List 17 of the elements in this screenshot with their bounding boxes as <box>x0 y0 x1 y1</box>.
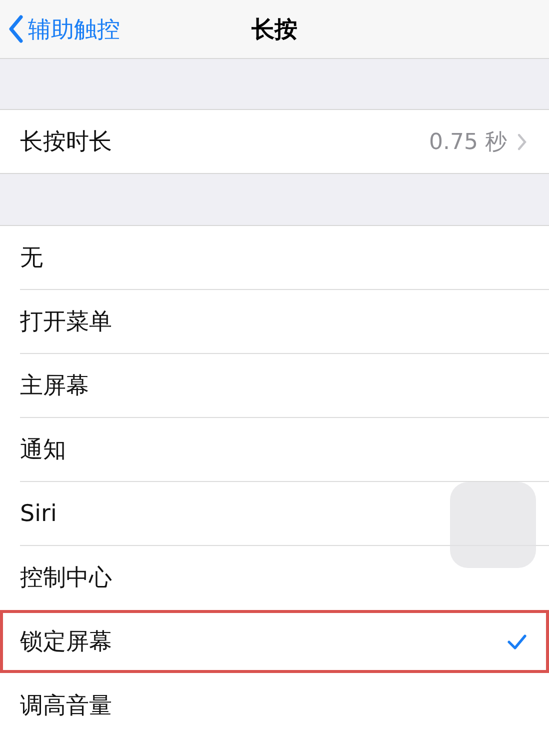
option-label: 锁定屏幕 <box>20 628 113 657</box>
highlighted-option-row[interactable]: 锁定屏幕 <box>0 610 549 673</box>
option-label: 控制中心 <box>20 564 113 593</box>
chevron-left-icon <box>8 15 24 43</box>
chevron-right-icon <box>517 132 527 150</box>
back-button[interactable]: 辅助触控 <box>0 14 120 44</box>
option-label: 主屏幕 <box>20 372 90 401</box>
option-label: 打开菜单 <box>20 308 113 337</box>
option-label: 无 <box>20 244 44 273</box>
row-value: 0.75 秒 <box>429 128 507 156</box>
row-label: 长按时长 <box>20 128 113 157</box>
option-label: 调高音量 <box>20 692 113 721</box>
checkmark-icon <box>507 634 527 650</box>
page-title: 长按 <box>252 16 298 44</box>
option-label: 通知 <box>20 436 67 465</box>
option-label: Siri <box>20 500 58 526</box>
floating-touch-button[interactable] <box>450 482 536 568</box>
